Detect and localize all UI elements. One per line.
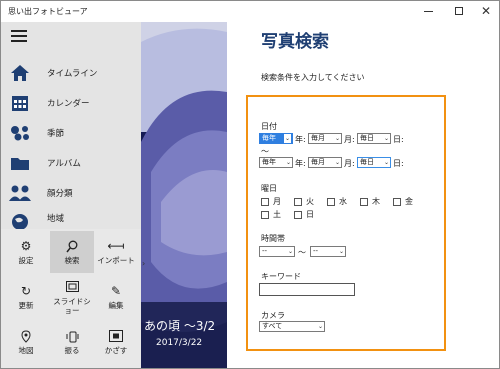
hold-icon bbox=[109, 329, 123, 343]
nav-item-region[interactable]: 地域 bbox=[1, 208, 141, 230]
app-window: 思い出フォトビューア ✕ タイムライン カレンダー 季節 アルバム 顔分類 地域… bbox=[0, 0, 500, 369]
map-icon bbox=[20, 329, 32, 343]
keyword-input[interactable] bbox=[259, 283, 355, 296]
camera-select[interactable]: すべて ⌄ bbox=[259, 321, 325, 332]
nav-item-calendar[interactable]: カレンダー bbox=[1, 88, 141, 118]
nav-item-timeline[interactable]: タイムライン bbox=[1, 58, 141, 88]
chevron-down-icon: ⌄ bbox=[285, 159, 291, 166]
day-unit-label: 日: bbox=[393, 135, 404, 144]
minimize-button[interactable] bbox=[413, 1, 443, 21]
edit-icon: ✎ bbox=[110, 284, 122, 298]
month-unit-label: 月: bbox=[344, 135, 355, 144]
weekday-checkbox-sat[interactable]: 土 bbox=[261, 209, 281, 220]
settings-button[interactable]: ⚙ 設定 bbox=[4, 231, 48, 273]
nav-item-faces[interactable]: 顔分類 bbox=[1, 178, 141, 208]
slideshow-button[interactable]: スライドショー bbox=[50, 276, 94, 318]
date-label: 日付 bbox=[261, 122, 277, 131]
nav-label: 季節 bbox=[47, 129, 65, 139]
to-year-select[interactable]: 毎年 ⌄ bbox=[259, 157, 293, 168]
camera-label: カメラ bbox=[261, 311, 285, 320]
photo-caption-date: 2017/3/22 bbox=[156, 338, 203, 348]
time-range-label: 時間帯 bbox=[261, 234, 285, 243]
time-to-select[interactable]: -- ⌄ bbox=[310, 246, 346, 257]
chevron-down-icon: ⌄ bbox=[334, 135, 340, 142]
weekday-checkbox-wed[interactable]: 水 bbox=[327, 196, 347, 207]
command-grid: ⚙ 設定 検索 ⟻ インポート ↻ 更新 スライドショー ✎ 編集 地図 振る … bbox=[1, 229, 141, 368]
chevron-down-icon: ⌄ bbox=[383, 135, 389, 142]
keyword-label: キーワード bbox=[261, 272, 301, 281]
import-button[interactable]: ⟻ インポート bbox=[94, 231, 138, 273]
edit-button[interactable]: ✎ 編集 bbox=[94, 276, 138, 318]
globe-icon bbox=[9, 212, 31, 230]
weekday-checkbox-tue[interactable]: 火 bbox=[294, 196, 314, 207]
title-bar: 思い出フォトビューア ✕ bbox=[1, 1, 499, 22]
from-day-select[interactable]: 毎日 ⌄ bbox=[357, 133, 391, 144]
from-month-select[interactable]: 毎月 ⌄ bbox=[308, 133, 342, 144]
search-icon bbox=[66, 239, 78, 253]
people-icon bbox=[9, 183, 31, 203]
nav-item-seasons[interactable]: 季節 bbox=[1, 118, 141, 148]
hamburger-menu-icon[interactable] bbox=[11, 30, 27, 42]
home-icon bbox=[9, 63, 31, 83]
date-range-tilde: 〜 bbox=[261, 147, 269, 156]
map-button[interactable]: 地図 bbox=[4, 321, 48, 363]
nav-label: 地域 bbox=[47, 214, 65, 224]
to-day-select[interactable]: 毎日 ⌄ bbox=[357, 157, 391, 168]
calendar-icon bbox=[9, 93, 31, 113]
time-range-tilde: 〜 bbox=[298, 248, 306, 257]
to-month-select[interactable]: 毎月 ⌄ bbox=[308, 157, 342, 168]
close-button[interactable]: ✕ bbox=[471, 1, 499, 21]
expand-arrow-icon[interactable]: › bbox=[142, 259, 145, 268]
nav-item-album[interactable]: アルバム bbox=[1, 148, 141, 178]
shake-icon bbox=[66, 329, 79, 343]
maximize-icon bbox=[455, 7, 463, 15]
weekday-label: 曜日 bbox=[261, 184, 277, 193]
close-icon: ✕ bbox=[480, 4, 492, 18]
window-title: 思い出フォトビューア bbox=[8, 7, 88, 16]
month-unit-label: 月: bbox=[344, 159, 355, 168]
weekday-checkbox-mon[interactable]: 月 bbox=[261, 196, 281, 207]
import-icon: ⟻ bbox=[107, 239, 125, 253]
year-unit-label: 年: bbox=[295, 135, 306, 144]
slideshow-icon bbox=[65, 280, 79, 294]
page-title: 写真検索 bbox=[261, 32, 329, 52]
chevron-down-icon: ⌄ bbox=[317, 323, 323, 330]
nav-label: カレンダー bbox=[47, 99, 90, 109]
chevron-down-icon: ⌄ bbox=[338, 248, 344, 255]
nav-label: アルバム bbox=[47, 159, 81, 169]
search-button[interactable]: 検索 bbox=[50, 231, 94, 273]
weekday-checkbox-thu[interactable]: 木 bbox=[360, 196, 380, 207]
nav-label: 顔分類 bbox=[47, 189, 73, 199]
from-year-select[interactable]: 毎年 ⌄ bbox=[259, 133, 293, 144]
chevron-down-icon: ⌄ bbox=[334, 159, 340, 166]
search-instructions: 検索条件を入力してください bbox=[261, 73, 365, 82]
refresh-button[interactable]: ↻ 更新 bbox=[4, 276, 48, 318]
folder-icon bbox=[9, 153, 31, 173]
hold-button[interactable]: かざす bbox=[94, 321, 138, 363]
gear-icon: ⚙ bbox=[20, 239, 32, 253]
time-from-select[interactable]: -- ⌄ bbox=[259, 246, 295, 257]
flower-icon bbox=[9, 123, 31, 143]
photo-caption-title: あの頃 〜3/2 bbox=[144, 319, 216, 333]
year-unit-label: 年: bbox=[295, 159, 306, 168]
weekday-checkbox-sun[interactable]: 日 bbox=[294, 209, 314, 220]
nav-label: タイムライン bbox=[47, 69, 98, 79]
day-unit-label: 日: bbox=[393, 159, 404, 168]
chevron-down-icon: ⌄ bbox=[383, 159, 389, 166]
minimize-icon bbox=[423, 10, 433, 12]
weekday-checkbox-fri[interactable]: 金 bbox=[393, 196, 413, 207]
shake-button[interactable]: 振る bbox=[50, 321, 94, 363]
chevron-down-icon: ⌄ bbox=[287, 248, 293, 255]
refresh-icon: ↻ bbox=[20, 284, 32, 298]
search-panel: 写真検索 検索条件を入力してください 日付 毎年 ⌄ 年: 毎月 ⌄ 月: 毎日 ⌄ … bbox=[227, 22, 499, 368]
chevron-down-icon: ⌄ bbox=[283, 134, 291, 143]
maximize-button[interactable] bbox=[444, 1, 474, 21]
